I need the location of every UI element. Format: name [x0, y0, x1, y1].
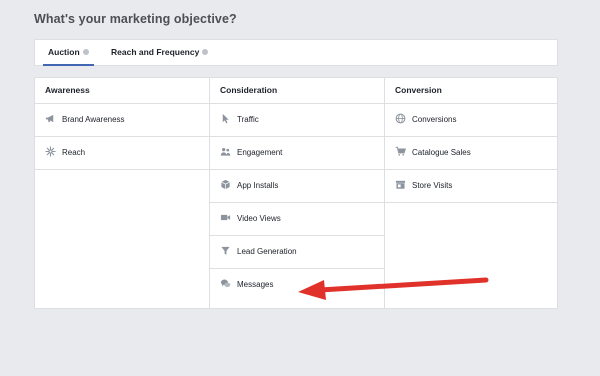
globe-icon [395, 113, 406, 124]
page-title: What's your marketing objective? [34, 12, 237, 26]
objective-store-visits[interactable]: Store Visits [385, 170, 558, 203]
store-icon [395, 179, 406, 190]
objective-reach[interactable]: Reach [35, 137, 209, 170]
objective-engagement[interactable]: Engagement [210, 137, 384, 170]
objective-messages[interactable]: Messages [210, 269, 384, 301]
column-header-conversion: Conversion [385, 78, 558, 104]
objective-label: Traffic [237, 115, 259, 124]
column-consideration: Consideration Traffic Engagement App Ins… [210, 78, 385, 308]
info-icon[interactable] [202, 48, 209, 55]
column-awareness: Awareness Brand Awareness Reach [35, 78, 210, 308]
funnel-icon [220, 245, 231, 256]
objective-label: Store Visits [412, 181, 453, 190]
reach-burst-icon [45, 146, 56, 158]
box-icon [220, 179, 231, 190]
objective-traffic[interactable]: Traffic [210, 104, 384, 137]
objective-brand-awareness[interactable]: Brand Awareness [35, 104, 209, 137]
column-header-consideration: Consideration [210, 78, 384, 104]
objective-video-views[interactable]: Video Views [210, 203, 384, 236]
objective-app-installs[interactable]: App Installs [210, 170, 384, 203]
tab-reach-label: Reach and Frequency [111, 47, 200, 57]
column-conversion: Conversion Conversions Catalogue Sales S… [385, 78, 558, 308]
objective-grid: Awareness Brand Awareness Reach Consider… [34, 77, 558, 309]
tab-reach-and-frequency[interactable]: Reach and Frequency [109, 40, 210, 65]
objective-label: Messages [237, 280, 274, 289]
info-icon[interactable] [82, 48, 89, 55]
tab-auction-label: Auction [48, 47, 80, 57]
people-icon [220, 146, 231, 157]
column-header-awareness: Awareness [35, 78, 209, 104]
cart-icon [395, 146, 406, 157]
objective-label: Engagement [237, 148, 283, 157]
objective-label: App Installs [237, 181, 279, 190]
chat-bubbles-icon [220, 278, 231, 289]
cursor-icon [220, 113, 231, 124]
objective-catalogue-sales[interactable]: Catalogue Sales [385, 137, 558, 170]
objective-tabs: Auction Reach and Frequency [34, 39, 558, 66]
objective-label: Brand Awareness [62, 115, 125, 124]
objective-label: Catalogue Sales [412, 148, 471, 157]
objective-label: Reach [62, 148, 86, 157]
video-camera-icon [220, 212, 231, 223]
objective-label: Video Views [237, 214, 281, 223]
objective-label: Conversions [412, 115, 457, 124]
tab-auction[interactable]: Auction [43, 40, 94, 66]
objective-lead-generation[interactable]: Lead Generation [210, 236, 384, 269]
objective-conversions[interactable]: Conversions [385, 104, 558, 137]
objective-label: Lead Generation [237, 247, 297, 256]
megaphone-icon [45, 113, 56, 124]
